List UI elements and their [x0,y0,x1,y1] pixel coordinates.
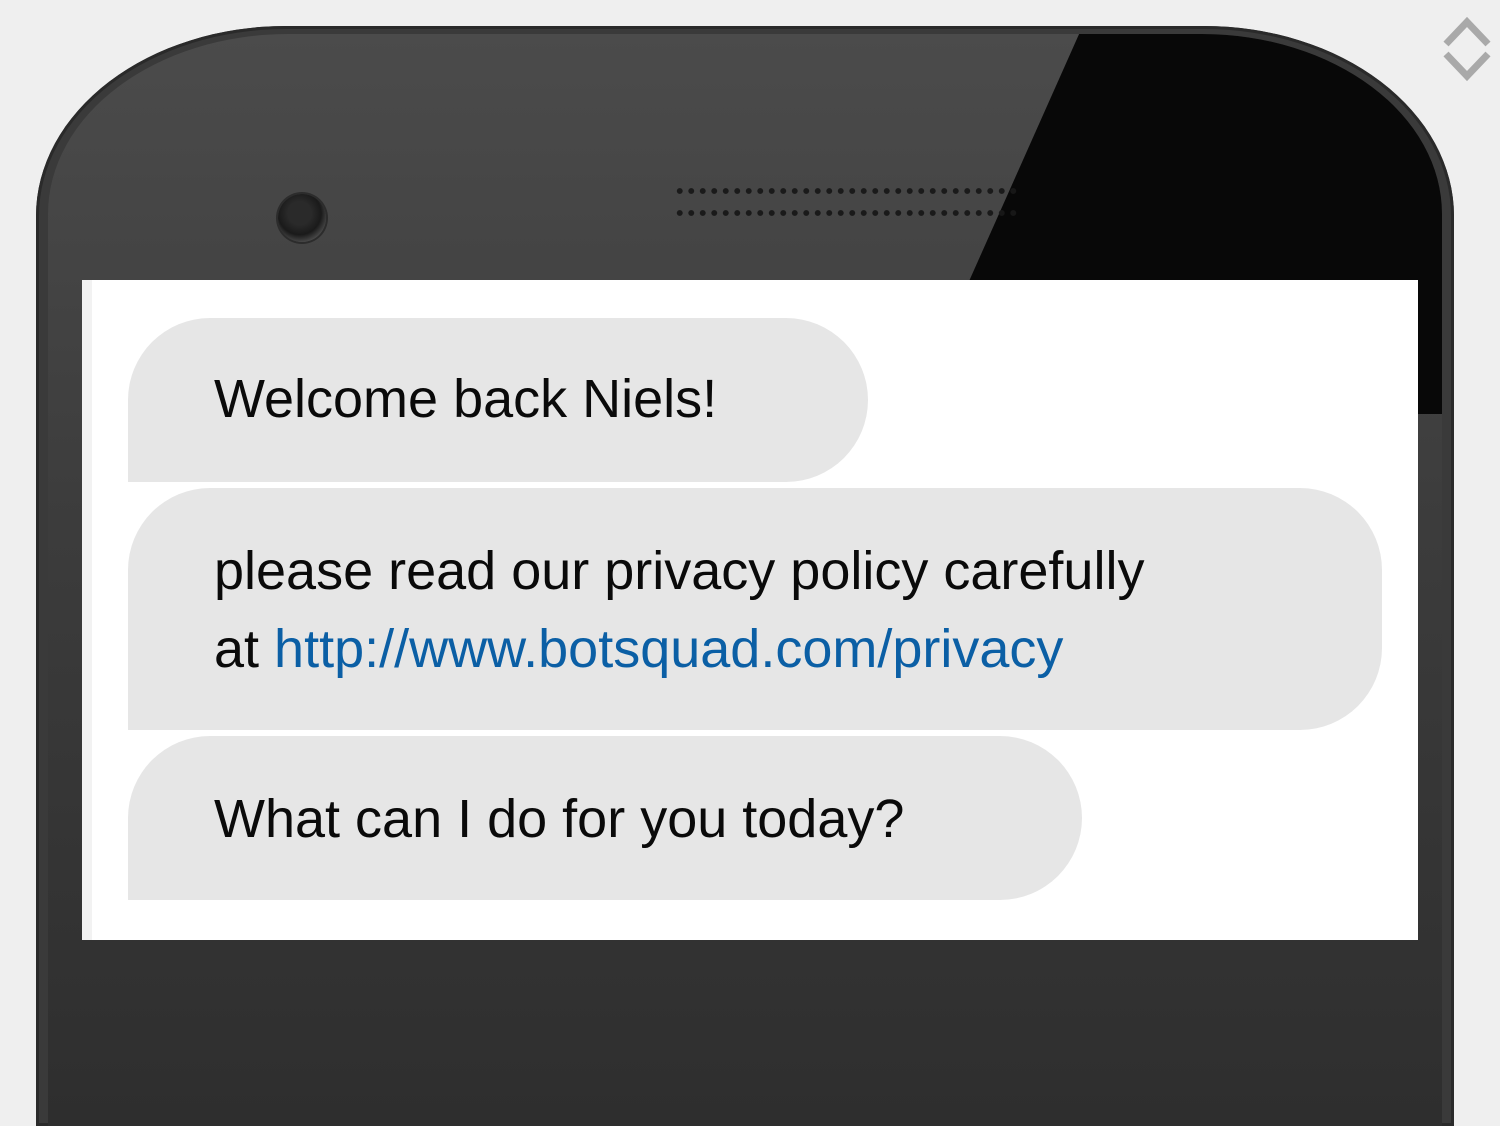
chat-message-bubble: What can I do for you today? [128,736,1082,900]
chat-message-text: Welcome back Niels! [214,369,718,429]
chat-message-text: at [214,619,275,679]
scroll-chevrons-icon[interactable] [1440,16,1494,82]
speaker-grille [674,180,1020,222]
chevron-up-down-icon [1443,16,1491,82]
chat-message-bubble: Welcome back Niels! [128,318,868,482]
privacy-policy-link[interactable]: http://www.botsquad.com/privacy [274,619,1063,679]
chat-message-line: at http://www.botsquad.com/privacy [214,610,1382,688]
chat-message-text: please read our privacy policy carefully [214,541,1145,601]
camera-icon [278,194,326,242]
chat-message-bubble: please read our privacy policy carefully… [128,488,1382,730]
chat-message-text: What can I do for you today? [214,789,905,849]
